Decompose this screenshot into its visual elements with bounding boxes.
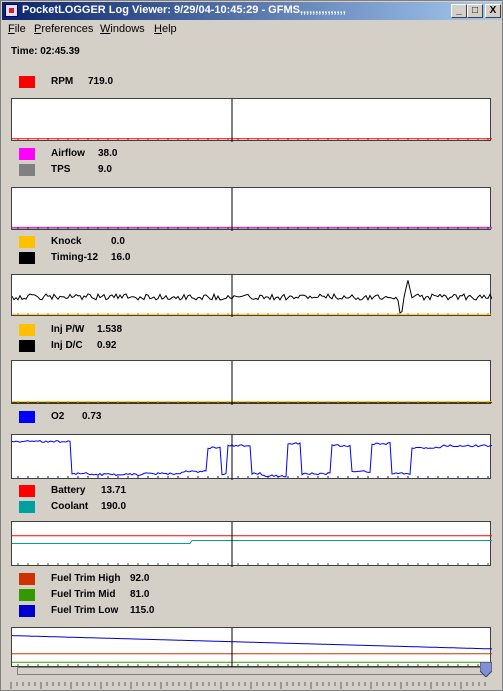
channel-name: Coolant [51, 501, 89, 512]
channel-value: 16.0 [111, 252, 131, 263]
strip-chart[interactable] [11, 521, 492, 567]
color-swatch[interactable] [19, 340, 35, 352]
strip-chart[interactable] [11, 627, 492, 668]
time-scrollbar[interactable] [17, 667, 483, 675]
color-swatch[interactable] [19, 573, 35, 585]
channel-value: 1.538 [97, 324, 123, 335]
channel-value: 38.0 [98, 148, 118, 159]
channel-name: Fuel Trim Mid [51, 589, 116, 600]
color-swatch[interactable] [19, 589, 35, 601]
channel-name: Inj D/C [51, 340, 83, 351]
channel-value: 0.0 [111, 236, 125, 247]
strip-chart[interactable] [11, 434, 492, 480]
app-window: PocketLOGGER Log Viewer: 9/29/04-10:45:2… [0, 0, 503, 691]
close-button[interactable]: X [485, 4, 501, 18]
channel-name: Airflow [51, 148, 85, 159]
window-title: PocketLOGGER Log Viewer: 9/29/04-10:45:2… [22, 4, 346, 16]
color-swatch[interactable] [19, 411, 35, 423]
channel-value: 719.0 [88, 76, 114, 87]
channel-value: 190.0 [101, 501, 127, 512]
menu-help[interactable]: Help [154, 23, 177, 35]
trace-line [12, 540, 492, 544]
channel-name: Fuel Trim Low [51, 605, 119, 616]
scroll-thumb[interactable] [480, 662, 492, 677]
channel-value: 13.71 [101, 485, 127, 496]
app-icon [5, 4, 18, 17]
channel-name: O2 [51, 411, 65, 422]
channel-value: 81.0 [130, 589, 150, 600]
menu-file[interactable]: File [8, 23, 26, 35]
color-swatch[interactable] [19, 252, 35, 264]
channel-value: 115.0 [130, 605, 155, 616]
color-swatch[interactable] [19, 164, 35, 176]
channel-name: RPM [51, 76, 74, 87]
time-readout: Time: 02:45.39 [11, 46, 80, 57]
maximize-button[interactable]: □ [467, 4, 483, 18]
channel-name: TPS [51, 164, 71, 175]
color-swatch[interactable] [19, 236, 35, 248]
minimize-button[interactable]: _ [451, 4, 467, 18]
channel-name: Timing-12 [51, 252, 99, 263]
strip-chart[interactable] [11, 187, 492, 231]
color-swatch[interactable] [19, 76, 35, 88]
channel-name: Inj P/W [51, 324, 85, 335]
menu-windows[interactable]: Windows [100, 23, 145, 35]
channel-value: 0.73 [82, 411, 102, 422]
color-swatch[interactable] [19, 605, 35, 617]
color-swatch[interactable] [19, 148, 35, 160]
trace-line [12, 440, 492, 478]
strip-chart[interactable] [11, 98, 492, 142]
channel-name: Fuel Trim High [51, 573, 121, 584]
color-swatch[interactable] [19, 501, 35, 513]
channel-value: 92.0 [130, 573, 150, 584]
channel-value: 9.0 [98, 164, 112, 175]
trace-line [12, 635, 492, 650]
trace-line [12, 280, 492, 315]
menu-preferences[interactable]: Preferences [34, 23, 93, 35]
channel-name: Knock [51, 236, 82, 247]
menu-bar: File Preferences Windows Help [2, 21, 501, 38]
title-bar[interactable]: PocketLOGGER Log Viewer: 9/29/04-10:45:2… [2, 2, 501, 20]
tick-ruler [10, 682, 486, 689]
strip-chart[interactable] [11, 360, 492, 405]
channel-value: 0.92 [97, 340, 117, 351]
color-swatch[interactable] [19, 324, 35, 336]
channel-name: Battery [51, 485, 86, 496]
color-swatch[interactable] [19, 485, 35, 497]
strip-chart[interactable] [11, 274, 492, 317]
